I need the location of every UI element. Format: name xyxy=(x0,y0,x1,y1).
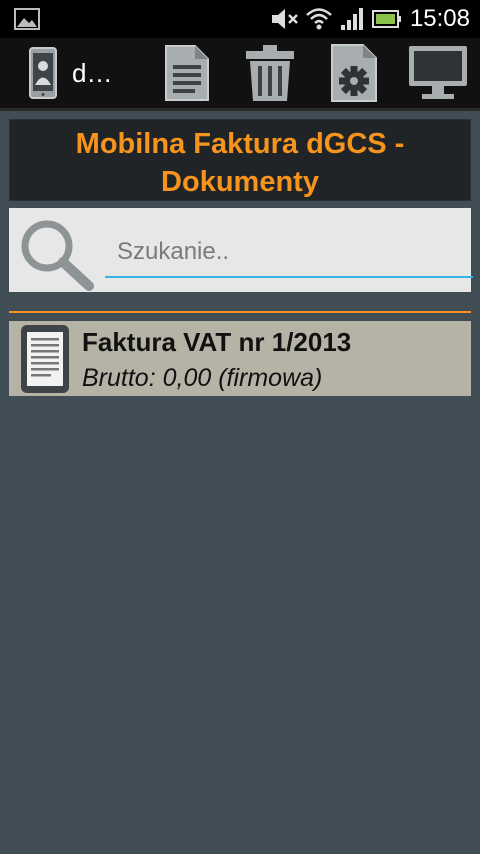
status-time: 15:08 xyxy=(409,5,470,32)
battery-icon xyxy=(372,10,401,28)
gallery-icon xyxy=(14,8,40,30)
signal-icon xyxy=(341,8,363,30)
action-bar-title: d… xyxy=(72,58,113,88)
document-settings-button[interactable] xyxy=(326,38,382,108)
tablet-document-icon xyxy=(21,325,69,393)
search-icon xyxy=(21,220,94,291)
page-title-line-2: Dokumenty xyxy=(161,166,319,198)
page-title-box: Mobilna Faktura dGCS - Dokumenty xyxy=(9,119,471,201)
contact-button[interactable] xyxy=(22,38,64,108)
display-button[interactable] xyxy=(404,38,472,108)
monitor-icon xyxy=(409,46,467,99)
document-subtitle: Brutto: 0,00 (firmowa) xyxy=(82,364,323,392)
document-icon xyxy=(165,45,209,101)
mute-icon xyxy=(272,9,298,29)
page-title: Mobilna Faktura dGCS - Dokumenty xyxy=(10,125,470,201)
list-divider xyxy=(9,311,471,313)
document-title: Faktura VAT nr 1/2013 xyxy=(82,327,352,357)
settings-document-icon xyxy=(331,44,377,102)
document-list-item[interactable]: Faktura VAT nr 1/2013 Brutto: 0,00 (firm… xyxy=(9,321,471,396)
search-input[interactable] xyxy=(105,228,473,278)
wifi-icon xyxy=(306,8,332,30)
contact-icon xyxy=(29,47,57,99)
status-bar: 15:08 xyxy=(0,0,480,38)
new-document-button[interactable] xyxy=(160,38,214,108)
page-title-line-1: Mobilna Faktura dGCS - xyxy=(75,128,405,160)
action-bar: d… xyxy=(0,38,480,111)
delete-button[interactable] xyxy=(240,38,300,108)
search-bar xyxy=(9,208,473,292)
trash-icon xyxy=(246,45,294,101)
